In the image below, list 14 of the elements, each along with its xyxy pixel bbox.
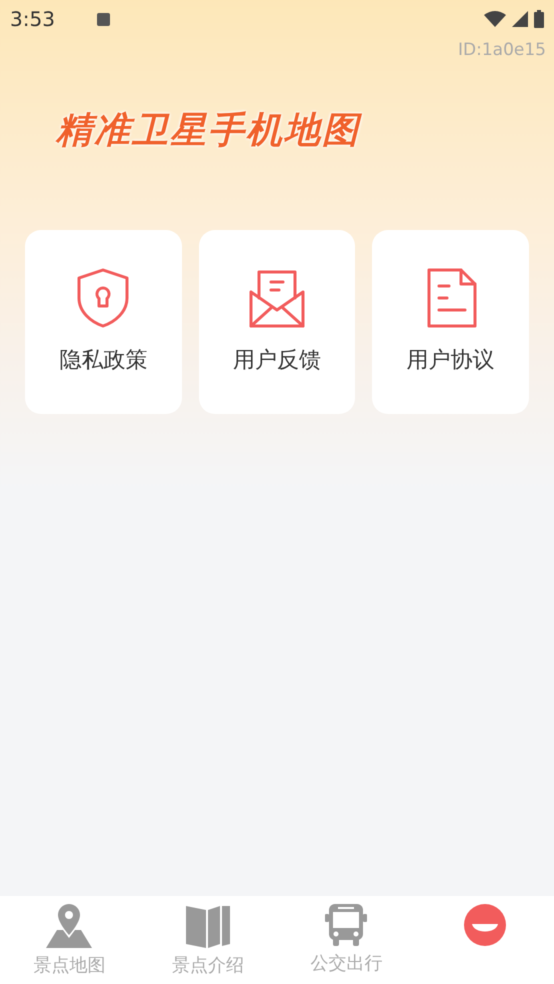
menu-card[interactable]: 隐私政策 (25, 230, 182, 414)
notification-icon (96, 12, 110, 26)
menu-card[interactable]: 用户反馈 (198, 230, 356, 414)
signal-icon (512, 11, 528, 27)
menu-card[interactable]: 用户协议 (372, 230, 530, 414)
smile-icon (464, 904, 506, 946)
wifi-icon (484, 11, 506, 27)
book-icon (186, 904, 230, 948)
status-time: 3:53 (10, 6, 55, 33)
app-title: 精准卫星手机地图 (56, 110, 360, 150)
bus-icon (325, 904, 368, 946)
id-label: ID:1a0e15 (458, 39, 546, 62)
map-pin-icon (46, 904, 92, 948)
battery-icon (534, 10, 544, 28)
